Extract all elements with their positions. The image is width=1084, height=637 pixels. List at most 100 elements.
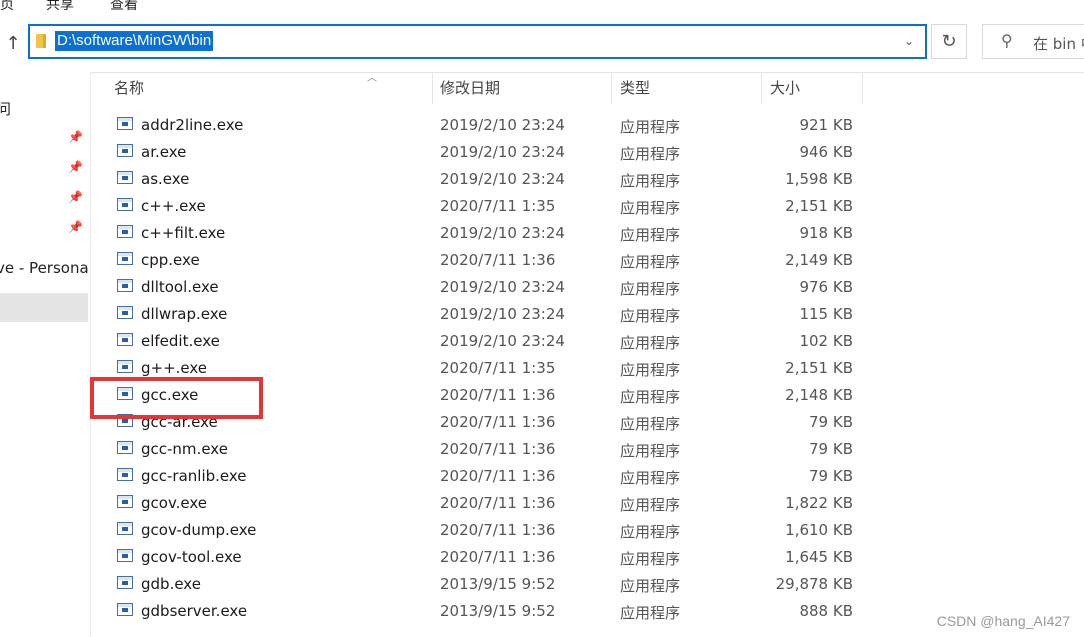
file-type: 应用程序 <box>620 172 681 190</box>
file-name: g++.exe <box>141 359 208 377</box>
pin-icon[interactable]: 📌 <box>68 130 83 144</box>
file-row[interactable]: gcc-ranlib.exe 2020/7/11 1:36 应用程序 79 KB <box>105 464 865 491</box>
file-row[interactable]: gcc-nm.exe 2020/7/11 1:36 应用程序 79 KB <box>105 437 865 464</box>
file-name: cpp.exe <box>141 251 200 269</box>
file-size: 946 KB <box>799 143 853 161</box>
file-type: 应用程序 <box>620 469 681 487</box>
file-name: gcc-ranlib.exe <box>141 467 247 485</box>
file-row[interactable]: c++filt.exe 2019/2/10 23:24 应用程序 918 KB <box>105 221 865 248</box>
file-row[interactable]: dlltool.exe 2019/2/10 23:24 应用程序 976 KB <box>105 275 865 302</box>
up-arrow-icon[interactable]: ↑ <box>2 32 24 56</box>
file-type: 应用程序 <box>620 442 681 460</box>
file-row[interactable]: addr2line.exe 2019/2/10 23:24 应用程序 921 KB <box>105 113 865 140</box>
application-icon <box>117 549 133 562</box>
file-type: 应用程序 <box>620 199 681 217</box>
file-type: 应用程序 <box>620 604 681 622</box>
file-size: 115 KB <box>799 305 853 323</box>
file-type: 应用程序 <box>620 577 681 595</box>
file-row[interactable]: elfedit.exe 2019/2/10 23:24 应用程序 102 KB <box>105 329 865 356</box>
ribbon-tab-view[interactable]: 查看 <box>110 0 138 12</box>
file-type: 应用程序 <box>620 496 681 514</box>
file-row[interactable]: gcov-dump.exe 2020/7/11 1:36 应用程序 1,610 KB <box>105 518 865 545</box>
file-row[interactable]: gdb.exe 2013/9/15 9:52 应用程序 29,878 KB <box>105 572 865 599</box>
file-size: 918 KB <box>799 224 853 242</box>
application-icon <box>117 441 133 454</box>
ribbon-tab-home[interactable]: 页 <box>0 0 14 12</box>
column-header-date[interactable]: 修改日期 <box>431 72 612 104</box>
address-bar[interactable]: D:\software\MinGW\bin ⌄ <box>28 24 927 59</box>
file-type: 应用程序 <box>620 361 681 379</box>
file-date: 2019/2/10 23:24 <box>440 332 565 350</box>
file-size: 2,151 KB <box>785 197 853 215</box>
file-type: 应用程序 <box>620 226 681 244</box>
search-placeholder[interactable]: 在 bin 中 <box>1033 33 1084 54</box>
file-date: 2020/7/11 1:36 <box>440 494 556 512</box>
application-icon <box>117 252 133 265</box>
file-name: elfedit.exe <box>141 332 220 350</box>
file-name: gcc-nm.exe <box>141 440 228 458</box>
file-row[interactable]: gdbserver.exe 2013/9/15 9:52 应用程序 888 KB <box>105 599 865 626</box>
file-size: 2,148 KB <box>785 386 853 404</box>
file-date: 2019/2/10 23:24 <box>440 116 565 134</box>
file-row[interactable]: ar.exe 2019/2/10 23:24 应用程序 946 KB <box>105 140 865 167</box>
application-icon <box>117 522 133 535</box>
pin-icon[interactable]: 📌 <box>68 220 83 234</box>
file-type: 应用程序 <box>620 415 681 433</box>
application-icon <box>117 225 133 238</box>
application-icon <box>117 576 133 589</box>
folder-icon <box>36 34 46 48</box>
search-box[interactable]: ⚲ 在 bin 中 <box>982 24 1084 59</box>
file-size: 79 KB <box>809 440 853 458</box>
file-size: 1,645 KB <box>785 548 853 566</box>
file-size: 1,610 KB <box>785 521 853 539</box>
file-name: as.exe <box>141 170 190 188</box>
address-toolbar: ↑ D:\software\MinGW\bin ⌄ ↻ ⚲ 在 bin 中 <box>0 14 1084 73</box>
file-date: 2019/2/10 23:24 <box>440 278 565 296</box>
ribbon-tab-share[interactable]: 共享 <box>46 0 74 12</box>
file-row[interactable]: dllwrap.exe 2019/2/10 23:24 应用程序 115 KB <box>105 302 865 329</box>
column-header-type[interactable]: 类型 <box>611 72 762 104</box>
file-date: 2019/2/10 23:24 <box>440 143 565 161</box>
file-date: 2020/7/11 1:36 <box>440 467 556 485</box>
column-header-size[interactable]: 大小 <box>761 72 863 104</box>
file-date: 2020/7/11 1:36 <box>440 440 556 458</box>
file-name: gdb.exe <box>141 575 201 593</box>
column-header-name[interactable]: 名称 <box>105 72 433 104</box>
file-row[interactable]: c++.exe 2020/7/11 1:35 应用程序 2,151 KB <box>105 194 865 221</box>
application-icon <box>117 306 133 319</box>
file-name: c++filt.exe <box>141 224 226 242</box>
pin-icon[interactable]: 📌 <box>68 160 83 174</box>
file-row[interactable]: cpp.exe 2020/7/11 1:36 应用程序 2,149 KB <box>105 248 865 275</box>
nav-item-selected[interactable] <box>0 293 88 322</box>
file-size: 2,149 KB <box>785 251 853 269</box>
file-date: 2020/7/11 1:35 <box>440 359 556 377</box>
application-icon <box>117 333 133 346</box>
nav-item-onedrive[interactable]: ve - Persona <box>0 259 89 277</box>
file-date: 2013/9/15 9:52 <box>440 575 556 593</box>
file-name: dllwrap.exe <box>141 305 228 323</box>
file-name: dlltool.exe <box>141 278 219 296</box>
file-row[interactable]: gcov.exe 2020/7/11 1:36 应用程序 1,822 KB <box>105 491 865 518</box>
file-row[interactable]: gcov-tool.exe 2020/7/11 1:36 应用程序 1,645 KB <box>105 545 865 572</box>
file-name: gcov-dump.exe <box>141 521 257 539</box>
application-icon <box>117 603 133 616</box>
address-path[interactable]: D:\software\MinGW\bin <box>55 31 214 51</box>
file-date: 2013/9/15 9:52 <box>440 602 556 620</box>
file-size: 2,151 KB <box>785 359 853 377</box>
file-date: 2020/7/11 1:36 <box>440 251 556 269</box>
file-date: 2019/2/10 23:24 <box>440 305 565 323</box>
chevron-down-icon[interactable]: ⌄ <box>901 32 917 50</box>
file-type: 应用程序 <box>620 280 681 298</box>
pin-icon[interactable]: 📌 <box>68 190 83 204</box>
file-date: 2019/2/10 23:24 <box>440 224 565 242</box>
file-size: 1,598 KB <box>785 170 853 188</box>
application-icon <box>117 198 133 211</box>
file-size: 102 KB <box>799 332 853 350</box>
file-type: 应用程序 <box>620 145 681 163</box>
file-date: 2019/2/10 23:24 <box>440 170 565 188</box>
file-row[interactable]: as.exe 2019/2/10 23:24 应用程序 1,598 KB <box>105 167 865 194</box>
nav-item-quick-access[interactable]: 问 <box>0 98 11 119</box>
file-size: 29,878 KB <box>775 575 853 593</box>
file-size: 1,822 KB <box>785 494 853 512</box>
refresh-icon[interactable]: ↻ <box>931 24 967 59</box>
